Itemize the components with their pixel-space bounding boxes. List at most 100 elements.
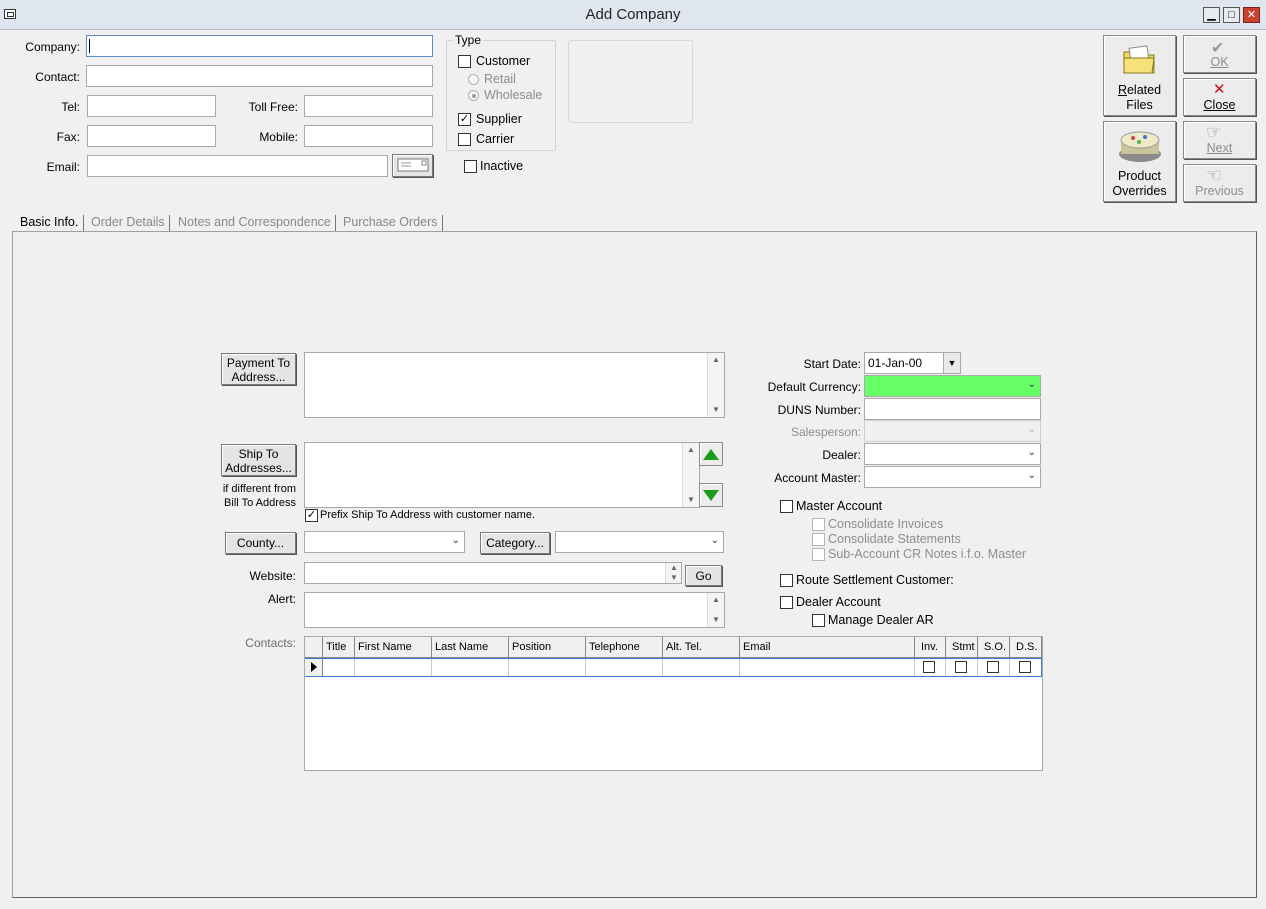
duns-number-field[interactable] [864,398,1041,420]
scroll-down-icon[interactable]: ▼ [708,613,724,627]
ok-button[interactable]: ✔ OK [1183,35,1256,73]
start-date-label: Start Date: [803,357,861,371]
column-header[interactable]: Telephone [586,637,663,658]
subaccount-cr-notes-checkbox[interactable] [812,548,825,561]
account-master-dropdown[interactable]: ⌄ [864,466,1041,488]
retail-radio[interactable] [468,74,479,85]
product-overrides-button[interactable]: Product Overrides [1103,121,1176,202]
column-header[interactable]: Email [740,637,915,658]
related-files-caption: Related Files [1117,83,1162,112]
close-button[interactable]: ✕ Close [1183,78,1256,116]
subaccount-cr-notes-label: Sub-Account CR Notes i.f.o. Master [828,547,1026,561]
column-header[interactable]: Title [323,637,355,658]
ship-address-down-button[interactable] [699,483,723,507]
column-header[interactable]: Stmt [946,637,978,658]
category-button[interactable]: Category... [480,532,550,554]
chevron-down-icon: ⌄ [1027,424,1036,435]
start-date-picker[interactable]: 01-Jan-00 ▼ [864,352,961,374]
previous-button[interactable]: ☜ Previous [1183,164,1256,202]
go-button[interactable]: Go [685,565,722,586]
salesperson-label: Salesperson: [790,425,861,439]
row-header-cell [305,637,323,658]
ds-checkbox[interactable] [1019,661,1031,673]
scroll-down-icon[interactable]: ▼ [708,403,724,417]
ship-address-scrollbar[interactable]: ▲ ▼ [682,443,699,507]
customer-checkbox[interactable] [458,55,471,68]
so-checkbox[interactable] [987,661,999,673]
envelope-icon [397,158,428,172]
tel-field[interactable] [87,95,216,117]
product-overrides-caption: Product Overrides [1112,169,1167,198]
county-button[interactable]: County... [225,532,296,554]
first-name-cell[interactable] [355,659,432,676]
category-dropdown[interactable]: ⌄ [555,531,724,553]
ship-address-textarea[interactable]: ▲ ▼ [304,442,700,508]
scroll-up-icon[interactable]: ▲ [683,443,699,457]
payment-address-scrollbar[interactable]: ▲ ▼ [707,353,724,417]
alt-tel-cell[interactable] [663,659,740,676]
scroll-up-icon[interactable]: ▲ [708,353,724,367]
close-window-button[interactable]: ✕ [1243,7,1260,23]
ship-to-addresses-button[interactable]: Ship To Addresses... [221,444,296,476]
default-currency-dropdown[interactable]: ⌄ [864,375,1041,397]
next-button[interactable]: ☞ Next [1183,121,1256,159]
contact-field[interactable] [86,65,433,87]
route-settlement-checkbox[interactable] [780,574,793,587]
consolidate-invoices-checkbox[interactable] [812,518,825,531]
scroll-up-icon[interactable]: ▲ [666,563,682,573]
salesperson-dropdown[interactable]: ⌄ [864,420,1041,442]
alert-textarea[interactable]: ▲ ▼ [304,592,725,628]
scroll-up-icon[interactable]: ▲ [708,593,724,607]
fax-field[interactable] [87,125,216,147]
column-header[interactable]: S.O. [978,637,1010,658]
prefix-ship-to-checkbox[interactable]: ✓ [305,509,318,522]
inv-checkbox[interactable] [923,661,935,673]
column-header[interactable]: D.S. [1010,637,1042,658]
logo-preview-box[interactable] [568,40,693,123]
alert-scrollbar[interactable]: ▲ ▼ [707,593,724,627]
position-cell[interactable] [509,659,586,676]
inactive-checkbox[interactable] [464,160,477,173]
column-header[interactable]: First Name [355,637,432,658]
scroll-down-icon[interactable]: ▼ [683,493,699,507]
website-spinner[interactable]: ▲ ▼ [665,563,681,583]
contacts-grid[interactable]: Title First Name Last Name Position Tele… [304,636,1043,771]
stmt-checkbox[interactable] [955,661,967,673]
table-row[interactable] [305,658,1042,677]
scroll-down-icon[interactable]: ▼ [666,573,682,583]
payment-address-textarea[interactable]: ▲ ▼ [304,352,725,418]
ship-address-up-button[interactable] [699,442,723,466]
mobile-field[interactable] [304,125,433,147]
dealer-account-checkbox[interactable] [780,596,793,609]
account-master-label: Account Master: [774,471,861,485]
email-field[interactable] [87,155,388,177]
telephone-cell[interactable] [586,659,663,676]
county-dropdown[interactable]: ⌄ [304,531,465,553]
wholesale-radio[interactable] [468,90,479,101]
company-field[interactable] [86,35,433,57]
related-files-button[interactable]: Related Files [1103,35,1176,116]
calendar-dropdown-icon[interactable]: ▼ [943,353,960,373]
master-account-checkbox[interactable] [780,500,793,513]
column-header[interactable]: Last Name [432,637,509,658]
tollfree-field[interactable] [304,95,433,117]
minimize-button[interactable]: ▁ [1203,7,1220,23]
column-header[interactable]: Position [509,637,586,658]
last-name-cell[interactable] [432,659,509,676]
carrier-checkbox[interactable] [458,133,471,146]
payment-to-address-button[interactable]: Payment To Address... [221,353,296,385]
consolidate-statements-checkbox[interactable] [812,533,825,546]
duns-number-label: DUNS Number: [777,403,861,417]
green-up-arrow-icon [703,449,719,460]
manage-dealer-ar-checkbox[interactable] [812,614,825,627]
title-cell[interactable] [323,659,355,676]
column-header[interactable]: Inv. [915,637,946,658]
website-field[interactable]: ▲ ▼ [304,562,682,584]
supplier-checkbox[interactable]: ✓ [458,113,471,126]
dealer-dropdown[interactable]: ⌄ [864,443,1041,465]
email-cell[interactable] [740,659,915,676]
manage-dealer-ar-label: Manage Dealer AR [828,613,934,627]
send-email-button[interactable] [392,154,433,177]
maximize-button[interactable]: □ [1223,7,1240,23]
column-header[interactable]: Alt. Tel. [663,637,740,658]
